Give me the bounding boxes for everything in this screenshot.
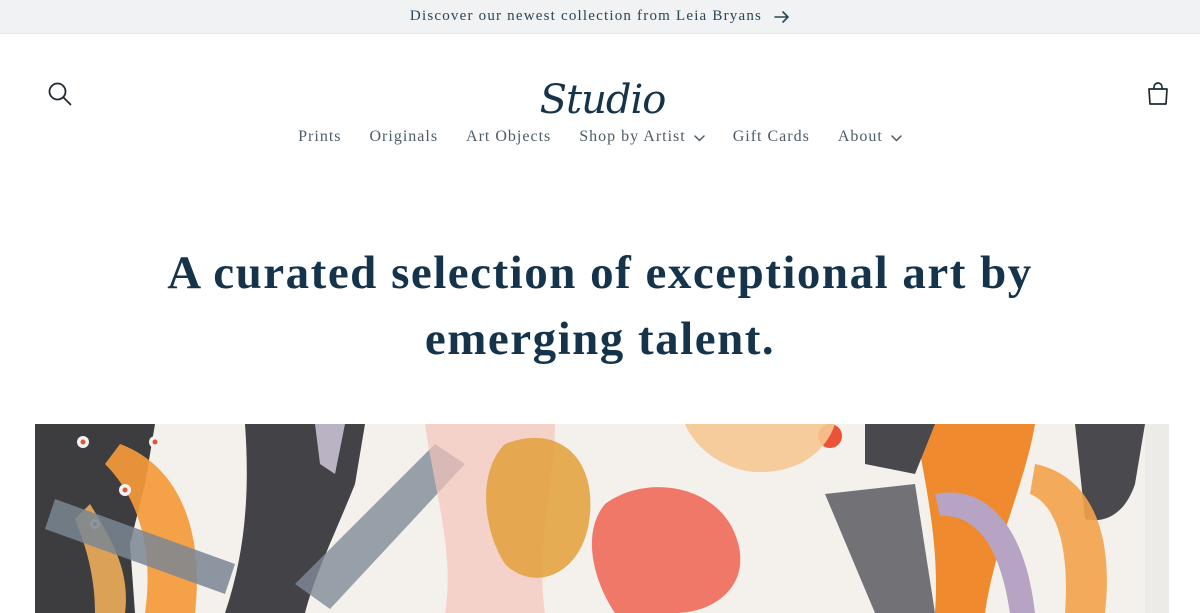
nav-item-gift-cards[interactable]: Gift Cards <box>733 124 810 150</box>
arrow-right-icon <box>774 10 790 23</box>
hero-line-2: emerging talent. <box>424 313 776 365</box>
cart-button[interactable] <box>1138 76 1178 116</box>
hero-heading: A curated selection of exceptional art b… <box>100 240 1100 372</box>
site-logo[interactable]: Studio <box>539 74 667 126</box>
nav-item-originals[interactable]: Originals <box>370 124 439 150</box>
cart-icon <box>1145 81 1171 111</box>
nav-item-label: Originals <box>369 128 439 145</box>
chevron-down-icon <box>693 134 705 142</box>
nav-item-label: About <box>837 128 883 145</box>
hero-line-1: A curated selection of exceptional art b… <box>167 247 1033 299</box>
announcement-text: Discover our newest collection from Leia… <box>409 8 763 24</box>
nav-item-label: Gift Cards <box>732 128 810 145</box>
nav-item-art-objects[interactable]: Art Objects <box>466 124 551 150</box>
nav-item-label: Shop by Artist <box>579 128 686 145</box>
main-nav: Prints Originals Art Objects Shop by Art… <box>0 124 1200 150</box>
logo-text: Studio <box>539 77 667 123</box>
nav-item-label: Art Objects <box>466 128 552 145</box>
search-button[interactable] <box>40 76 80 116</box>
announcement-bar[interactable]: Discover our newest collection from Leia… <box>0 0 1200 34</box>
nav-item-prints[interactable]: Prints <box>298 124 341 150</box>
hero-artwork-image <box>35 424 1169 613</box>
nav-item-shop-by-artist[interactable]: Shop by Artist <box>579 124 705 150</box>
search-icon <box>47 81 73 111</box>
nav-item-label: Prints <box>298 128 342 145</box>
chevron-down-icon <box>891 134 902 142</box>
nav-item-about[interactable]: About <box>838 124 902 150</box>
